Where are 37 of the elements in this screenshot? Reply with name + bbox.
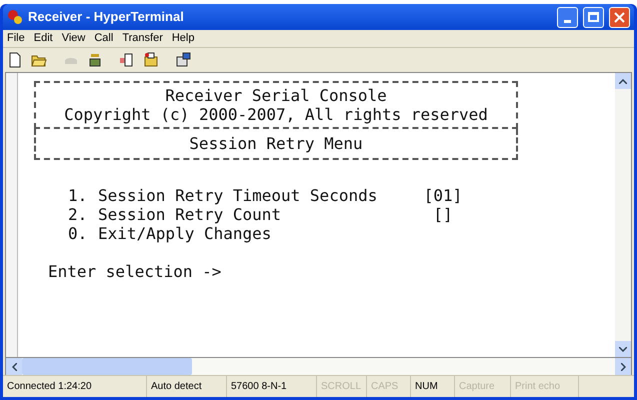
scroll-thumb[interactable]: [22, 358, 192, 375]
header-text: Copyright (c) 2000-2007, All rights reserved: [64, 105, 488, 124]
option-number: 1.: [68, 186, 88, 205]
header-text: Receiver Serial Console: [165, 86, 387, 105]
scroll-up-button[interactable]: [615, 73, 631, 89]
menu-item[interactable]: Help: [172, 30, 194, 47]
status-cell: Connected 1:24:20: [3, 376, 147, 397]
properties-icon[interactable]: [175, 52, 191, 68]
menu-item[interactable]: Edit: [34, 30, 53, 47]
option-number: 0.: [68, 224, 88, 243]
prompt-text: Enter selection ->: [48, 262, 222, 281]
menu-item[interactable]: Transfer: [122, 30, 163, 47]
option-value: [01]: [422, 186, 464, 205]
menu-item[interactable]: Call: [94, 30, 114, 47]
window-title: Receiver - HyperTerminal: [28, 8, 185, 26]
status-cell: 57600 8-N-1: [227, 376, 317, 397]
menu-item[interactable]: View: [62, 30, 86, 47]
close-button[interactable]: [609, 6, 630, 28]
option-value: []: [432, 205, 454, 224]
minimize-button[interactable]: [557, 6, 578, 28]
horizontal-scrollbar[interactable]: [5, 358, 632, 375]
maximize-button[interactable]: [583, 6, 604, 28]
option-label: Exit/Apply Changes: [98, 224, 272, 243]
app-icon: [7, 9, 23, 25]
status-cell: Auto detect: [147, 376, 227, 397]
menu-item[interactable]: File: [7, 30, 25, 47]
option-label: Session Retry Timeout Seconds: [98, 186, 378, 205]
scroll-left-button[interactable]: [6, 358, 22, 375]
scroll-right-button[interactable]: [615, 358, 631, 375]
scroll-down-button[interactable]: [615, 341, 631, 357]
status-cell: NUM: [411, 376, 455, 397]
close-icon: [614, 12, 625, 22]
option-label: Session Retry Count: [98, 205, 282, 224]
option-number: 2.: [68, 205, 88, 224]
new-document-icon[interactable]: [7, 52, 23, 68]
vertical-scrollbar[interactable]: [615, 73, 631, 357]
menu-title: Session Retry Menu: [189, 134, 363, 153]
